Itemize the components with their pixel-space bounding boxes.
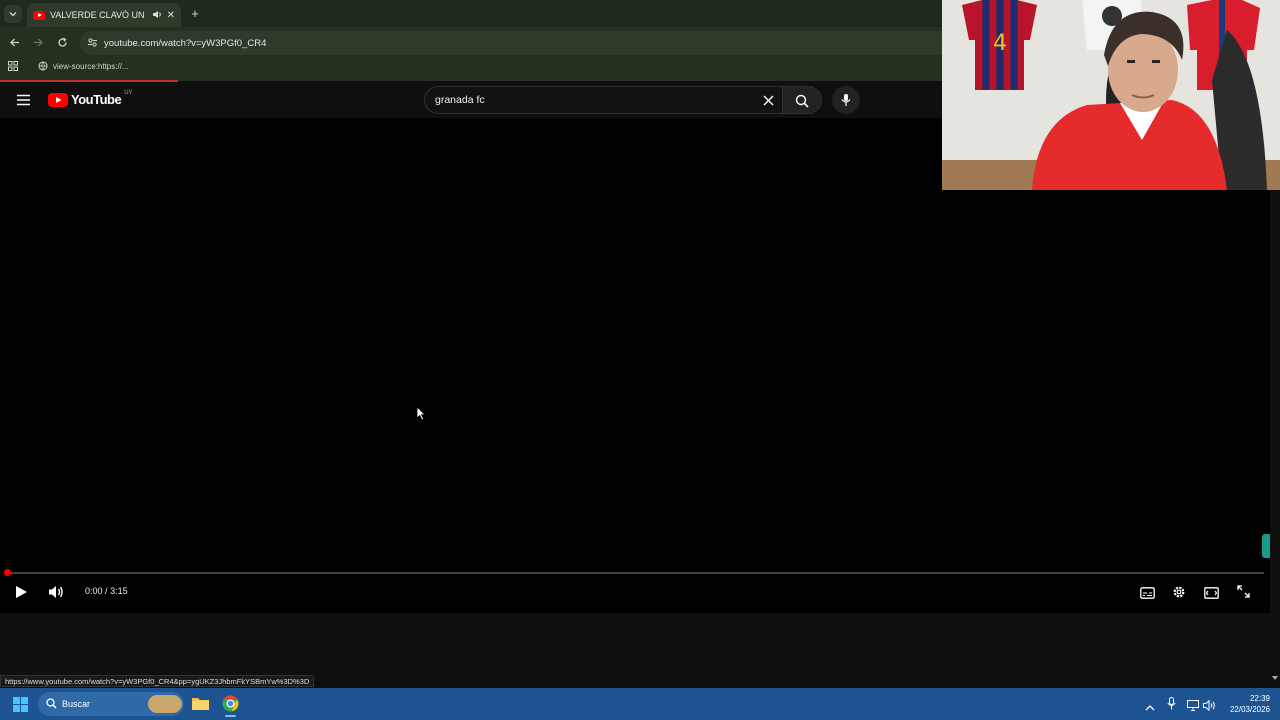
url-text: youtube.com/watch?v=yW3PGf0_CR4 [104, 37, 267, 49]
search-icon [795, 94, 809, 108]
tab-search-icon[interactable] [4, 5, 22, 23]
globe-icon [38, 61, 48, 71]
bookmark-label: view-source:https://... [53, 61, 129, 71]
gear-icon [1173, 586, 1185, 598]
settings-button[interactable] [1172, 585, 1186, 604]
taskbar: Buscar 22:39 22/03/2026 [0, 688, 1280, 720]
forward-icon[interactable] [30, 34, 46, 50]
file-explorer-icon[interactable] [192, 696, 209, 715]
system-clock[interactable]: 22:39 22/03/2026 [1230, 693, 1270, 715]
region-code: UY [124, 89, 133, 96]
progress-bar[interactable] [4, 569, 1264, 576]
webcam-overlay: 4 [942, 0, 1280, 190]
clear-search-icon[interactable] [763, 95, 774, 109]
volume-icon [49, 586, 63, 598]
chrome-icon[interactable] [222, 695, 239, 717]
svg-text:4: 4 [993, 31, 1007, 56]
streamer-camera-image: 4 [942, 0, 1280, 190]
theater-icon [1204, 587, 1219, 599]
microphone-icon [841, 94, 851, 106]
time-total: 3:15 [110, 586, 128, 596]
tab-close-icon[interactable]: ✕ [167, 10, 175, 21]
browser-chrome: VALVERDE CLAVÓ UN GOL A ✕ + youtube.com/… [0, 0, 942, 81]
search-button[interactable] [782, 86, 822, 114]
tab-active[interactable]: VALVERDE CLAVÓ UN GOL A ✕ [27, 3, 181, 27]
reload-icon[interactable] [54, 34, 70, 50]
logo-text: YouTube [71, 92, 122, 107]
scrubber-handle[interactable] [4, 569, 11, 576]
network-icon[interactable] [1187, 698, 1199, 716]
back-icon[interactable] [6, 34, 22, 50]
active-app-indicator [225, 715, 236, 717]
video-player[interactable]: 0:00 / 3:15 [0, 118, 1270, 613]
youtube-play-logo-icon [48, 92, 68, 107]
player-controls: 0:00 / 3:15 [0, 580, 1270, 604]
taskbar-search[interactable]: Buscar [38, 692, 184, 716]
theater-mode-button[interactable] [1204, 586, 1219, 604]
windows-start-icon[interactable] [13, 697, 28, 717]
time-separator: / [105, 586, 108, 596]
search-input[interactable]: granada fc [424, 86, 782, 114]
speaker-icon[interactable] [152, 10, 162, 21]
chevron-up-icon[interactable] [1145, 699, 1155, 717]
fullscreen-icon [1237, 585, 1250, 598]
voice-search-button[interactable] [832, 86, 860, 114]
bookmark-item[interactable]: view-source:https://... [38, 61, 129, 71]
sandwich-widget-icon [148, 695, 182, 713]
fullscreen-button[interactable] [1237, 585, 1250, 603]
play-button[interactable] [15, 585, 28, 604]
youtube-favicon-icon [33, 10, 45, 20]
browser-toolbar: youtube.com/watch?v=yW3PGf0_CR4 [0, 29, 942, 56]
tab-title: VALVERDE CLAVÓ UN GOL A [50, 10, 147, 20]
time-display: 0:00 / 3:15 [85, 586, 128, 596]
volume-tray-icon[interactable] [1203, 698, 1216, 716]
captions-icon [1140, 587, 1155, 599]
menu-icon[interactable] [16, 93, 31, 111]
clock-date: 22/03/2026 [1229, 705, 1270, 714]
volume-button[interactable] [48, 585, 64, 604]
play-icon [16, 586, 27, 598]
search-query: granada fc [435, 94, 485, 106]
time-current: 0:00 [85, 586, 103, 596]
microphone-tray-icon[interactable] [1167, 697, 1176, 715]
youtube-logo[interactable]: YouTube UY [48, 89, 133, 107]
side-panel-tab[interactable] [1262, 534, 1270, 558]
scroll-down-icon[interactable] [1272, 676, 1278, 680]
address-bar[interactable]: youtube.com/watch?v=yW3PGf0_CR4 [80, 31, 942, 55]
tab-strip: VALVERDE CLAVÓ UN GOL A ✕ + [0, 0, 942, 27]
bookmarks-bar: view-source:https://... [0, 56, 942, 78]
page-scrollbar[interactable] [1270, 118, 1280, 688]
search-icon [46, 698, 57, 709]
site-info-icon[interactable] [87, 37, 98, 51]
link-status-bubble: https://www.youtube.com/watch?v=yW3PGf0_… [0, 675, 315, 687]
subtitles-button[interactable] [1140, 586, 1155, 604]
taskbar-search-label: Buscar [62, 699, 91, 709]
apps-grid-icon[interactable] [8, 61, 18, 73]
clock-time: 22:39 [1249, 694, 1270, 703]
new-tab-icon[interactable]: + [188, 6, 202, 21]
